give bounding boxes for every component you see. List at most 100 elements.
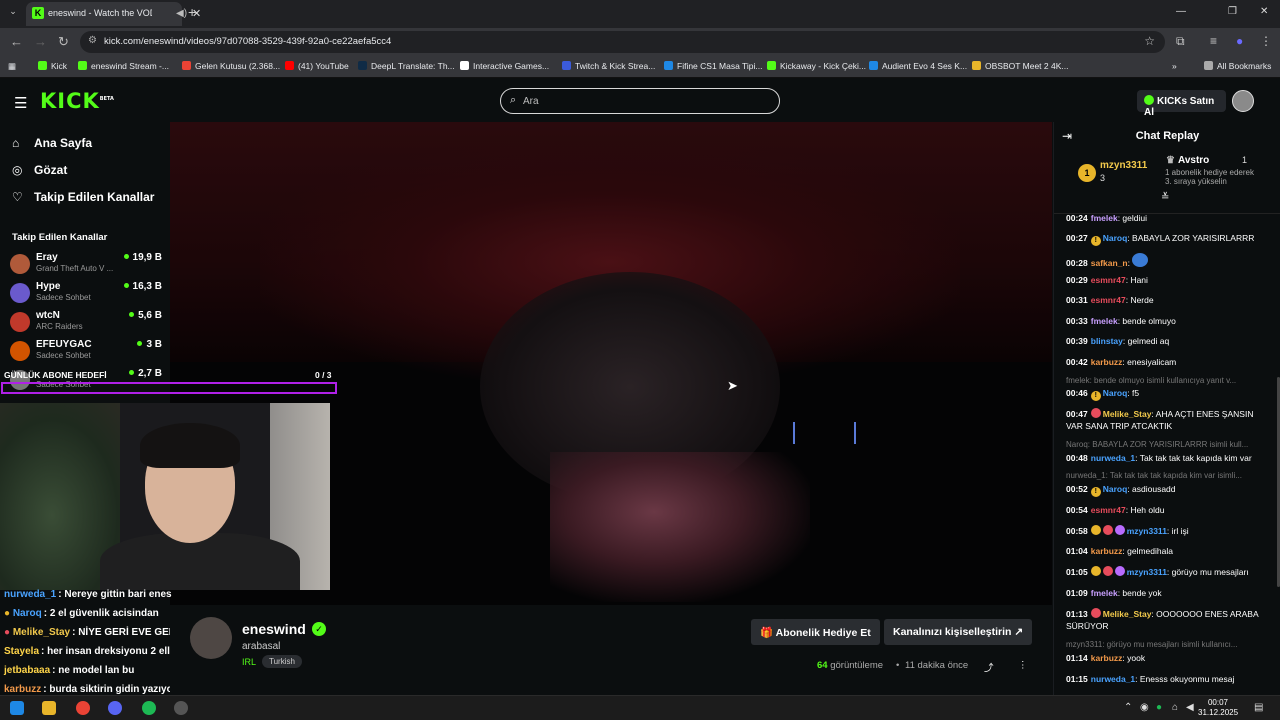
back-icon[interactable]: ← (10, 34, 23, 49)
obs-icon[interactable] (174, 701, 188, 715)
bookmark-star-icon[interactable]: ☆ (1144, 34, 1155, 48)
hamburger-menu-icon[interactable]: ☰ (14, 94, 27, 112)
volume-icon[interactable]: ◀ (1186, 702, 1194, 713)
media-icon[interactable]: ≡ (1210, 34, 1217, 48)
reply-reference[interactable]: Naroq: BABAYLA ZOR YARISIRLARRR isimli k… (1066, 440, 1271, 449)
gift-sub-button[interactable]: 🎁 Abonelik Hediye Et (751, 619, 880, 645)
close-window-icon[interactable]: ✕ (1260, 6, 1268, 17)
tray-overflow-icon[interactable]: ⌃ (1124, 702, 1132, 713)
video-frame-hand (550, 452, 810, 602)
bookmark-item[interactable]: (41) YouTube (285, 61, 349, 71)
live-dot-icon (137, 341, 143, 346)
time-ago: 11 dakika önce (905, 660, 969, 671)
chat-message: 00:33 fmelek: bende olmuyo (1066, 316, 1176, 326)
channel-avatar (10, 283, 30, 303)
video-category[interactable]: IRL (242, 657, 256, 667)
second-username[interactable]: ♛ Avstro (1166, 155, 1209, 166)
spotify-icon[interactable] (142, 701, 156, 715)
sub-goal-count: 0 / 3 (315, 370, 332, 380)
browser-tab[interactable]: K eneswind - Watch the VOD ◀) ✕ (26, 2, 201, 26)
chrome-icon[interactable] (76, 701, 90, 715)
url-field[interactable]: ⚙ kick.com/eneswind/videos/97d07088-3529… (80, 31, 1165, 53)
profile-icon[interactable]: ● (1236, 34, 1243, 48)
chat-message: 00:48 nurweda_1: Tak tak tak tak kapıda k… (1066, 453, 1252, 463)
audio-playing-icon[interactable]: ◀) (176, 8, 187, 19)
minimize-icon[interactable]: — (1176, 6, 1186, 17)
followed-channel[interactable]: EFEUYGAC Sadece Sohbet 3 B (10, 339, 162, 368)
extensions-icon[interactable]: ⧉ (1176, 34, 1185, 49)
chat-message: 01:04 karbuzz: gelmedihala (1066, 546, 1173, 556)
gift-icon: 🎁 (760, 627, 774, 639)
bookmark-item[interactable]: Gelen Kutusu (2.368... (182, 61, 280, 71)
notifications-icon[interactable]: ▤ (1254, 702, 1263, 713)
channel-name[interactable]: eneswind (242, 621, 306, 637)
channel-avatar (10, 254, 30, 274)
search-input[interactable] (523, 93, 763, 109)
chat-message: 00:24 fmelek: geldiui (1066, 213, 1147, 223)
new-tab-icon[interactable]: + (188, 4, 196, 20)
kick-favicon-icon: K (32, 7, 44, 19)
bookmarks-overflow-icon[interactable]: » (1172, 61, 1177, 71)
customize-channel-button[interactable]: Kanalınızı kişiselleştirin ↗ (884, 619, 1033, 645)
tray-spotify-icon[interactable]: ● (1156, 702, 1162, 713)
live-dot-icon (123, 254, 129, 259)
chat-message: 00:42 karbuzz: enesiyalicam (1066, 357, 1177, 367)
forward-icon[interactable]: → (34, 34, 47, 49)
bookmark-item[interactable]: Fifine CS1 Masa Tipi... (664, 61, 763, 71)
bookmark-item[interactable]: OBSBOT Meet 2 4K... (972, 61, 1068, 71)
bookmark-item[interactable]: Twitch & Kick Strea... (562, 61, 655, 71)
share-icon[interactable]: ⤴ (984, 660, 994, 674)
channel-category: Sadece Sohbet (36, 351, 91, 360)
expand-leaderboard-icon[interactable]: ≚ (1161, 192, 1169, 203)
bookmark-item[interactable]: Interactive Games... (460, 61, 549, 71)
taskbar-clock[interactable]: 00:07 31.12.2025 (1198, 698, 1238, 718)
nav-following[interactable]: ♡ Takip Edilen Kanallar (12, 190, 154, 204)
discord-icon[interactable] (108, 701, 122, 715)
nav-browse[interactable]: ◎ Gözat (12, 163, 67, 177)
bookmark-item[interactable]: Audient Evo 4 Ses K... (869, 61, 967, 71)
followed-channel[interactable]: Hype Sadece Sohbet 16,3 B (10, 281, 162, 310)
bookmark-item[interactable]: eneswind Stream -... (78, 61, 169, 71)
badge-icon (1102, 525, 1113, 535)
nav-home[interactable]: ⌂ Ana Sayfa (12, 136, 92, 150)
language-tag[interactable]: Turkish (262, 655, 302, 668)
network-icon[interactable]: ⌂ (1172, 702, 1178, 713)
followed-channel[interactable]: Eray Grand Theft Auto V ... 19,9 B (10, 252, 162, 281)
kick-logo[interactable]: KICKBETA (40, 89, 114, 113)
buy-kicks-button[interactable]: KICKs Satın Al (1137, 90, 1226, 118)
tab-title: eneswind - Watch the VOD (48, 8, 152, 18)
viewer-count: 19,9 B (123, 252, 162, 263)
bookmark-item[interactable]: Kickaway - Kick Çeki... (767, 61, 866, 71)
reload-icon[interactable]: ↻ (58, 34, 69, 50)
chat-title: Chat Replay (1135, 130, 1200, 142)
webcam-hair (140, 423, 240, 468)
tray-app-icon[interactable]: ◉ (1140, 702, 1149, 713)
site-header: ☰ KICKBETA ⌕ KICKs Satın Al (0, 80, 1280, 122)
site-info-icon[interactable]: ⚙ (88, 35, 97, 46)
channel-avatar[interactable] (190, 617, 232, 659)
search-bar: ⌕ (500, 88, 780, 114)
followed-channel[interactable]: wtcN ARC Raiders 5,6 B (10, 310, 162, 339)
reply-reference[interactable]: mzyn3311: görüyo mu mesajları isimli kul… (1066, 640, 1271, 649)
overlay-chat-line: nurweda_1: Nereye gittin bari enes (4, 589, 172, 600)
leader-username[interactable]: mzyn3311 (1100, 160, 1147, 171)
file-explorer-icon[interactable] (42, 701, 56, 715)
address-bar-row: ← → ↻ ⚙ kick.com/eneswind/videos/97d0708… (0, 28, 1280, 56)
tab-search-icon[interactable]: ⌄ (6, 6, 20, 20)
all-bookmarks[interactable]: All Bookmarks (1204, 61, 1271, 71)
reply-reference[interactable]: nurweda_1: Tak tak tak tak kapıda kim va… (1066, 471, 1271, 480)
reply-reference[interactable]: fmelek: bende olmuyo isimli kullanıcıya … (1066, 376, 1271, 385)
windows-taskbar: ⌃ ◉ ● ⌂ ◀ 00:07 31.12.2025 ▤ (0, 695, 1280, 720)
bookmark-item[interactable]: Kick (38, 61, 67, 71)
apps-grid-icon[interactable]: ▦ (8, 61, 16, 72)
bookmark-item[interactable]: DeepL Translate: Th... (358, 61, 455, 71)
more-options-icon[interactable]: ⋮ (1018, 660, 1028, 671)
crown-badge-icon (1090, 525, 1101, 535)
user-avatar[interactable] (1232, 90, 1254, 112)
restore-icon[interactable]: ❐ (1228, 6, 1237, 17)
start-icon[interactable] (10, 701, 24, 715)
sub-badge-icon (1114, 566, 1125, 576)
sidebar: ⌂ Ana Sayfa ◎ Gözat ♡ Takip Edilen Kanallar… (0, 122, 170, 392)
more-menu-icon[interactable]: ⋮ (1260, 34, 1272, 48)
badge-icon (1090, 408, 1101, 418)
